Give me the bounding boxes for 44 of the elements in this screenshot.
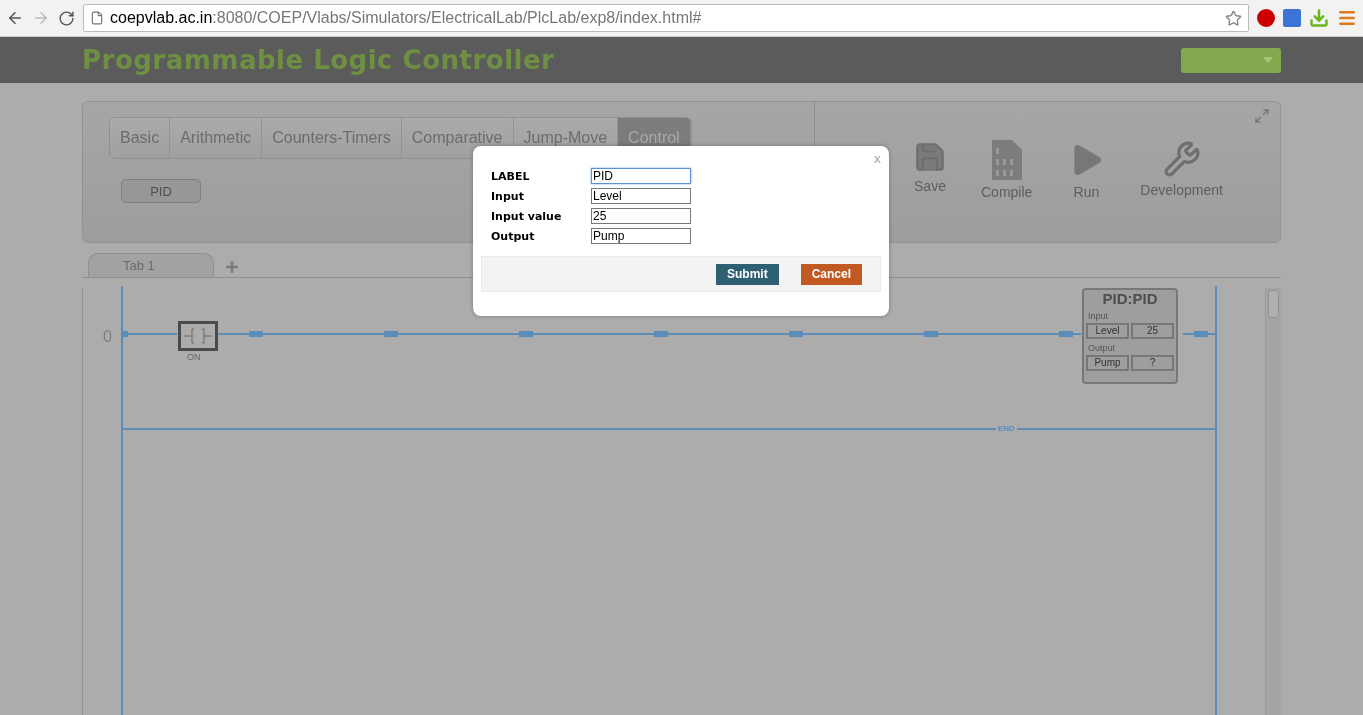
category-tab[interactable]: Arithmetic xyxy=(170,118,263,158)
contact-symbol[interactable] xyxy=(178,321,218,351)
category-tab[interactable]: Counters-Timers xyxy=(262,118,402,158)
address-bar[interactable]: coepvlab.ac.in:8080/COEP/Vlabs/Simulators/ElectricalLab/PlcLab/exp8/index.html# xyxy=(83,4,1249,32)
field-label: Output xyxy=(491,229,536,243)
contact-label: ON xyxy=(187,352,201,362)
wrench-icon xyxy=(1162,140,1201,178)
field-label: Input xyxy=(491,189,525,203)
toolbar-button[interactable]: Run xyxy=(1066,140,1107,200)
input-field[interactable]: Pump xyxy=(591,228,691,244)
scrollbar[interactable] xyxy=(1265,288,1281,715)
end-label: END xyxy=(996,424,1017,433)
field-label: LABEL xyxy=(491,169,531,183)
block-label: Output xyxy=(1088,343,1117,353)
toolbar-button[interactable]: Development xyxy=(1140,140,1223,198)
block-label: Input xyxy=(1088,311,1110,321)
block-value: ? xyxy=(1131,355,1174,371)
dropdown-button[interactable] xyxy=(1181,47,1281,73)
block-value: 25 xyxy=(1131,323,1174,339)
toolbar-button[interactable]: Compile xyxy=(981,140,1033,200)
instruction-button[interactable]: PID xyxy=(121,179,201,203)
binary-file-icon xyxy=(991,140,1022,180)
download-icon[interactable] xyxy=(1309,8,1329,28)
forward-button[interactable] xyxy=(32,9,50,27)
caret-icon xyxy=(1263,57,1273,63)
category-tab[interactable]: Basic xyxy=(110,118,171,158)
pid-block[interactable]: PID:PID Input Level 25 Output Pump ? xyxy=(1082,288,1178,384)
close-button[interactable]: x xyxy=(873,151,881,166)
input-field[interactable]: PID xyxy=(591,168,691,184)
back-button[interactable] xyxy=(6,9,24,27)
field-label: Input value xyxy=(491,209,563,223)
block-value: Pump xyxy=(1086,355,1129,371)
block-value: Level xyxy=(1086,323,1129,339)
expand-icon[interactable] xyxy=(1254,108,1270,124)
cancel-button[interactable]: Cancel xyxy=(800,263,862,285)
block-title: PID:PID xyxy=(1101,290,1159,307)
input-field[interactable]: Level xyxy=(591,188,691,204)
add-tab-icon[interactable] xyxy=(224,259,240,275)
input-field[interactable]: 25 xyxy=(591,208,691,224)
sheet-tab[interactable]: Tab 1 xyxy=(88,253,214,277)
toolbar-button[interactable]: Save xyxy=(913,140,947,194)
menu-icon[interactable] xyxy=(1337,8,1357,28)
submit-button[interactable]: Submit xyxy=(715,263,779,285)
reload-button[interactable] xyxy=(58,9,75,27)
